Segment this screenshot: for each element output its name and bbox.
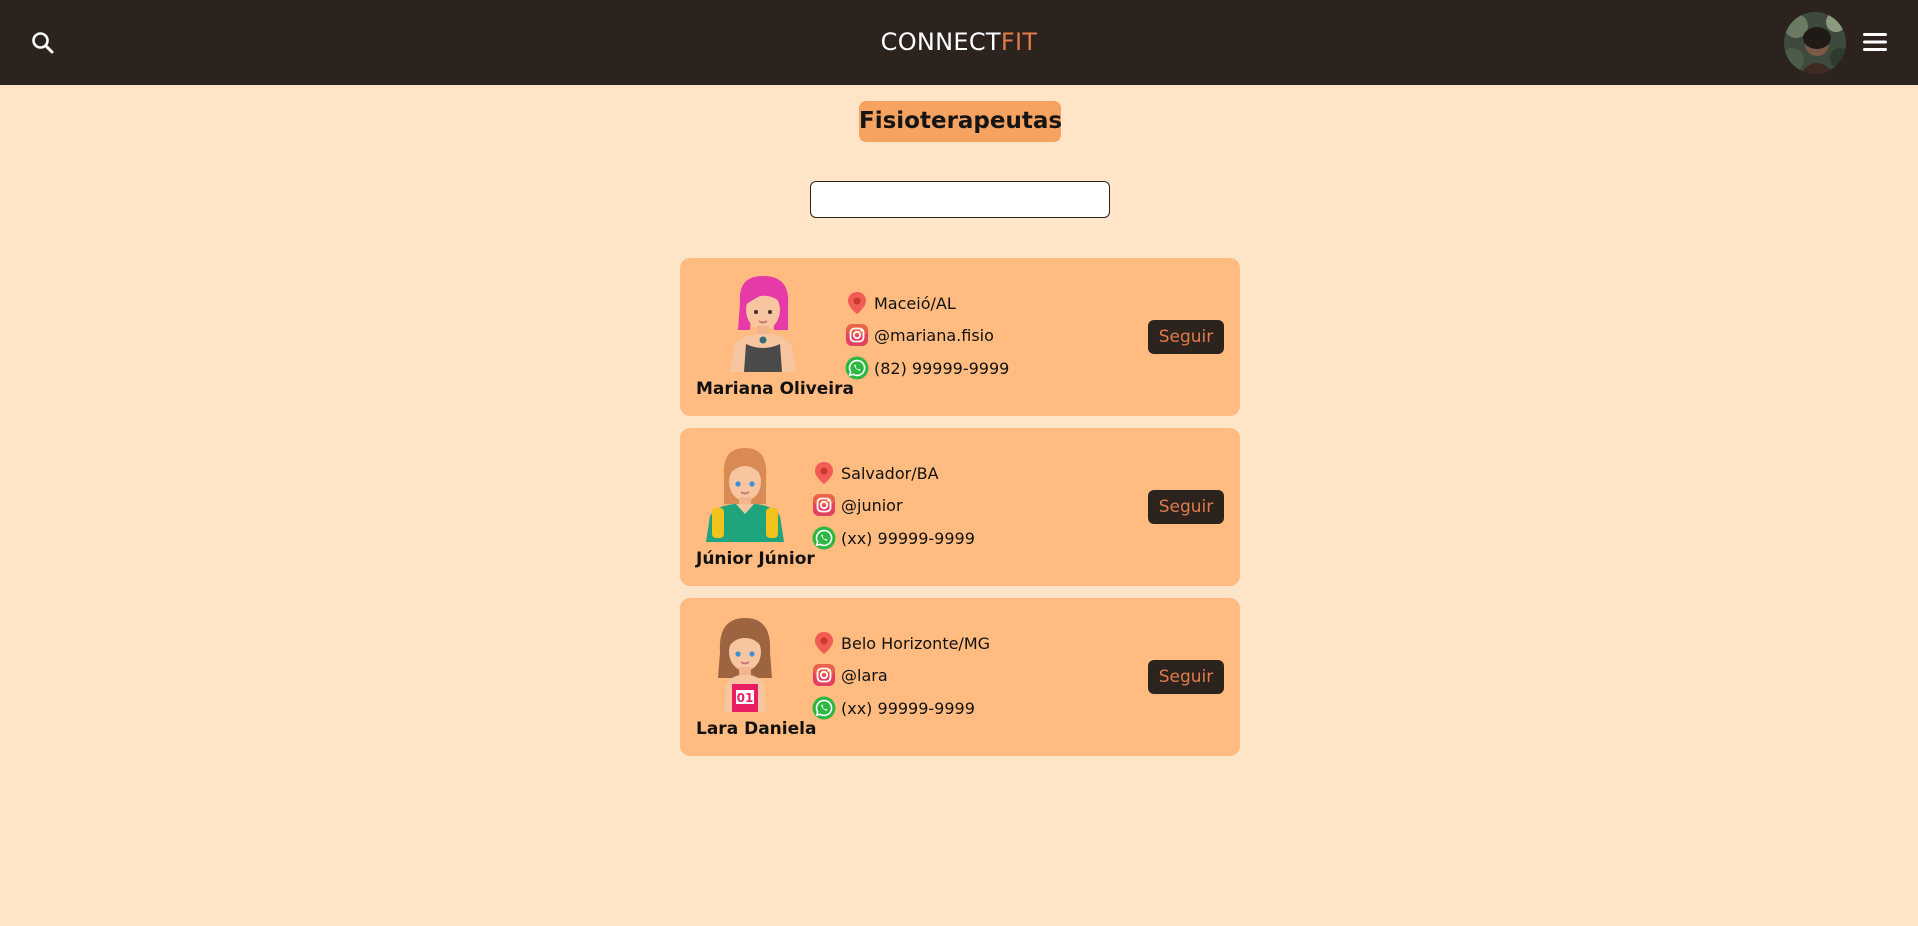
brand-logo[interactable]: CONNECTFIT [0, 28, 1918, 56]
whatsapp-row: (82) 99999-9999 [845, 355, 1009, 381]
instagram-icon [812, 493, 836, 517]
search-input[interactable] [810, 181, 1110, 218]
instagram-row: @junior [812, 492, 903, 518]
instagram-icon [845, 323, 869, 347]
brand-main-text: CONNECT [880, 28, 1001, 56]
whatsapp-row: (xx) 99999-9999 [812, 695, 975, 721]
follow-button[interactable]: Seguir [1148, 320, 1224, 354]
location-row: Belo Horizonte/MG [812, 630, 990, 656]
map-pin-icon [812, 461, 836, 485]
instagram-handle[interactable]: @mariana.fisio [874, 326, 994, 345]
woman-pink-hair-avatar-icon [716, 272, 810, 372]
brand-accent-text: FIT [1000, 28, 1038, 56]
location-row: Maceió/AL [845, 290, 956, 316]
girl-number-01-avatar-icon: 01 [698, 612, 792, 712]
woman-teal-shirt-avatar-icon [698, 442, 792, 542]
location-text: Maceió/AL [874, 293, 956, 313]
page-title: Fisioterapeutas [859, 101, 1062, 142]
follow-button[interactable]: Seguir [1148, 660, 1224, 694]
professional-card: Júnior Júnior Salvador/BA @junior (xx) 9… [680, 428, 1240, 586]
professional-card: Mariana Oliveira Maceió/AL @mariana.fisi… [680, 258, 1240, 416]
whatsapp-number[interactable]: (xx) 99999-9999 [841, 529, 975, 548]
map-pin-icon [845, 291, 869, 315]
instagram-icon [812, 663, 836, 687]
map-pin-icon [812, 631, 836, 655]
whatsapp-number[interactable]: (82) 99999-9999 [874, 359, 1009, 378]
svg-text:01: 01 [737, 691, 754, 705]
instagram-handle[interactable]: @junior [841, 496, 903, 515]
whatsapp-icon [845, 356, 869, 380]
whatsapp-icon [812, 526, 836, 550]
professional-name: Mariana Oliveira [696, 379, 854, 399]
professional-name: Lara Daniela [696, 719, 817, 739]
instagram-handle[interactable]: @lara [841, 666, 888, 685]
top-navbar: CONNECTFIT [0, 0, 1918, 85]
instagram-row: @lara [812, 662, 888, 688]
whatsapp-number[interactable]: (xx) 99999-9999 [841, 699, 975, 718]
whatsapp-row: (xx) 99999-9999 [812, 525, 975, 551]
professional-card: 01 Lara Daniela Belo Horizonte/MG @lara … [680, 598, 1240, 756]
location-row: Salvador/BA [812, 460, 939, 486]
whatsapp-icon [812, 696, 836, 720]
location-text: Salvador/BA [841, 463, 939, 483]
instagram-row: @mariana.fisio [845, 322, 994, 348]
location-text: Belo Horizonte/MG [841, 633, 991, 653]
hamburger-menu-icon[interactable] [1862, 30, 1888, 54]
follow-button[interactable]: Seguir [1148, 490, 1224, 524]
professional-name: Júnior Júnior [696, 549, 815, 569]
user-avatar[interactable] [1784, 12, 1846, 74]
